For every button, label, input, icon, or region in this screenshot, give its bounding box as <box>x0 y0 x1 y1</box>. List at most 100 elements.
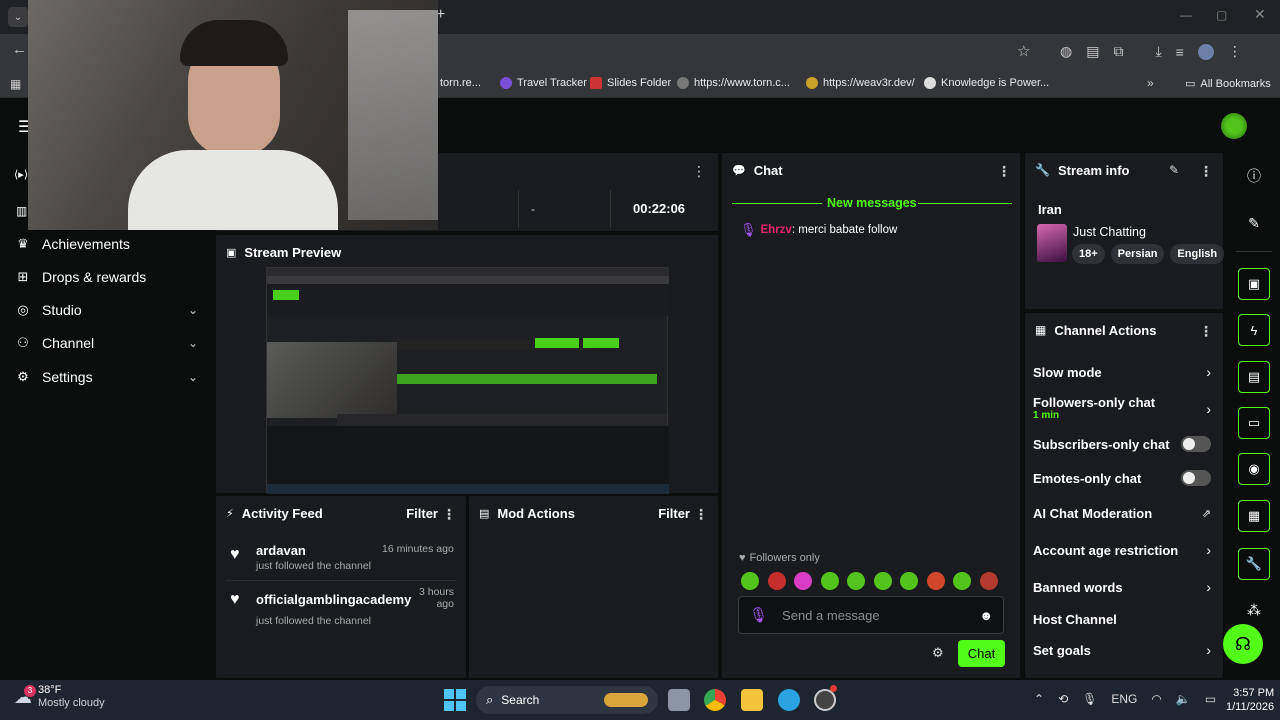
chrome-icon[interactable] <box>704 689 726 711</box>
emoji-icon[interactable]: ☻ <box>979 608 993 623</box>
tag-badge[interactable]: Persian <box>1110 244 1165 264</box>
speaker-icon[interactable]: 🔈 <box>1176 692 1191 706</box>
extension-icon[interactable]: ◍ <box>1060 43 1072 60</box>
emote[interactable] <box>953 572 971 590</box>
category-thumbnail[interactable] <box>1037 224 1067 262</box>
lightning-icon[interactable]: ϟ <box>1238 314 1270 346</box>
stream-category[interactable]: Just Chatting <box>1073 225 1146 239</box>
clock[interactable]: 3:57 PM 1/11/2026 <box>1226 686 1274 714</box>
emote[interactable] <box>767 572 786 590</box>
action-emotes-only[interactable]: Emotes-only chat <box>1033 469 1223 487</box>
toggle-switch[interactable] <box>1181 470 1211 486</box>
telegram-icon[interactable] <box>778 689 800 711</box>
action-slow-mode[interactable]: Slow mode › <box>1033 363 1215 381</box>
action-account-age[interactable]: Account age restriction › <box>1033 541 1215 559</box>
channel-icon[interactable]: ▦ <box>1238 500 1270 532</box>
filter-button[interactable]: Filter <box>406 506 438 521</box>
download-icon[interactable]: ⤓ <box>1155 43 1161 60</box>
menu-icon[interactable]: ⋮ <box>1228 43 1242 60</box>
tasks-icon[interactable]: ▤ <box>1086 43 1099 60</box>
wrench-icon[interactable]: 🔧 <box>1238 548 1270 580</box>
toggle-switch[interactable] <box>1181 436 1211 452</box>
activity-username[interactable]: ardavan <box>256 543 306 558</box>
emote[interactable] <box>741 572 759 590</box>
sidebar-item-studio[interactable]: ◎ Studio ⌄ <box>16 295 198 325</box>
info-icon[interactable]: ⓘ <box>1238 160 1270 192</box>
support-chat-button[interactable]: ☊ <box>1223 624 1263 664</box>
taskbar-search[interactable]: ⌕ Search <box>476 686 658 714</box>
share-icon[interactable]: ⁂ <box>1238 594 1270 626</box>
chat-username[interactable]: Ehrzv <box>761 224 792 236</box>
stream-icon[interactable]: ⟨▸⟩ <box>14 168 28 181</box>
emote[interactable] <box>979 572 998 590</box>
more-options-icon[interactable]: ⋮ <box>997 163 1011 180</box>
bookmark-item[interactable]: Slides Folder <box>590 77 671 89</box>
battery-icon[interactable]: ▭ <box>1205 692 1216 706</box>
sidebar-item-achievements[interactable]: ♛ Achievements <box>16 229 206 259</box>
more-options-icon[interactable]: ⋮ <box>692 163 706 180</box>
action-ai-moderation[interactable]: AI Chat Moderation ⇗ <box>1033 504 1215 522</box>
obs-icon[interactable] <box>814 689 836 711</box>
all-bookmarks-folder[interactable]: ▭ All Bookmarks <box>1185 77 1271 91</box>
more-options-icon[interactable]: ⋮ <box>1199 163 1213 180</box>
activity-username[interactable]: officialgamblingacademy <box>256 592 411 607</box>
language-indicator[interactable]: ENG <box>1111 692 1137 706</box>
emote[interactable] <box>900 572 918 590</box>
document-icon[interactable]: ▤ <box>1238 361 1270 393</box>
file-explorer-icon[interactable] <box>741 689 763 711</box>
tag-badge[interactable]: 18+ <box>1072 244 1105 264</box>
emote[interactable] <box>873 572 892 590</box>
emote[interactable] <box>794 572 812 590</box>
chat-bubble-icon[interactable]: ▭ <box>1238 407 1270 439</box>
minimize-button[interactable]: — <box>1180 8 1192 22</box>
chevron-up-icon[interactable]: ⌃ <box>1034 692 1044 706</box>
windows-start-icon[interactable] <box>444 689 466 711</box>
sidebar-item-settings[interactable]: ⚙ Settings ⌄ <box>16 362 198 392</box>
microphone-icon[interactable]: 🎙 <box>1082 692 1097 706</box>
wifi-icon[interactable]: ◠ <box>1151 692 1161 706</box>
back-button[interactable]: ← <box>12 41 27 58</box>
puzzle-icon[interactable]: ⧉ <box>1113 43 1123 60</box>
user-avatar[interactable] <box>1221 113 1247 139</box>
bookmark-item[interactable]: torn.re... <box>440 77 481 89</box>
bookmark-star-icon[interactable]: ☆ <box>1017 42 1030 60</box>
apps-grid-icon[interactable]: ▦ <box>10 77 21 91</box>
sidebar-item-drops[interactable]: ⊞ Drops & rewards <box>16 262 206 292</box>
emote[interactable] <box>926 572 945 590</box>
emote[interactable] <box>847 572 865 590</box>
analytics-icon[interactable]: ▥ <box>16 204 27 218</box>
more-options-icon[interactable]: ⋮ <box>694 506 708 523</box>
edit-pencil-icon[interactable]: ✎ <box>1169 163 1179 177</box>
profile-avatar[interactable] <box>1197 43 1214 60</box>
bookmark-item[interactable]: https://weav3r.dev/ <box>806 77 915 89</box>
bookmark-item[interactable]: Knowledge is Power... <box>924 77 1049 89</box>
maximize-button[interactable]: ▢ <box>1216 8 1227 22</box>
media-icon[interactable]: ≡ <box>1176 44 1184 60</box>
bookmark-item[interactable]: https://www.torn.c... <box>677 77 790 89</box>
filter-button[interactable]: Filter <box>658 506 690 521</box>
more-options-icon[interactable]: ⋮ <box>442 506 456 523</box>
sidebar-item-channel[interactable]: ⚇ Channel ⌄ <box>16 328 198 358</box>
action-subscribers-only[interactable]: Subscribers-only chat <box>1033 435 1223 453</box>
more-options-icon[interactable]: ⋮ <box>1199 323 1213 340</box>
bookmark-item[interactable]: Travel Tracker <box>500 77 587 89</box>
video-player[interactable] <box>266 267 669 494</box>
action-followers-only[interactable]: Followers-only chat 1 min › <box>1033 395 1215 423</box>
tab-search-button[interactable]: ⌄ <box>8 7 28 27</box>
weather-widget[interactable]: ☁ 3 38°F Mostly cloudy <box>14 684 105 710</box>
send-chat-button[interactable]: Chat <box>958 640 1005 667</box>
tag-badge[interactable]: English <box>1170 244 1225 264</box>
emote[interactable] <box>820 572 839 590</box>
action-host-channel[interactable]: Host Channel <box>1033 610 1215 628</box>
chat-settings-icon[interactable]: ⚙ <box>932 645 944 661</box>
close-window-button[interactable]: ✕ <box>1254 6 1266 23</box>
chat-input[interactable]: 🎙 Send a message ☻ <box>738 596 1004 634</box>
broadcast-icon[interactable]: ◉ <box>1238 453 1270 485</box>
preview-toggle-icon[interactable]: ▣ <box>1238 268 1270 300</box>
more-bookmarks-icon[interactable]: » <box>1147 76 1154 90</box>
sync-icon[interactable]: ⟲ <box>1058 692 1068 706</box>
task-view-icon[interactable] <box>668 689 690 711</box>
new-messages-divider[interactable]: New messages <box>827 196 917 210</box>
action-banned-words[interactable]: Banned words › <box>1033 578 1215 596</box>
edit-pencil-icon[interactable]: ✎ <box>1238 207 1270 239</box>
